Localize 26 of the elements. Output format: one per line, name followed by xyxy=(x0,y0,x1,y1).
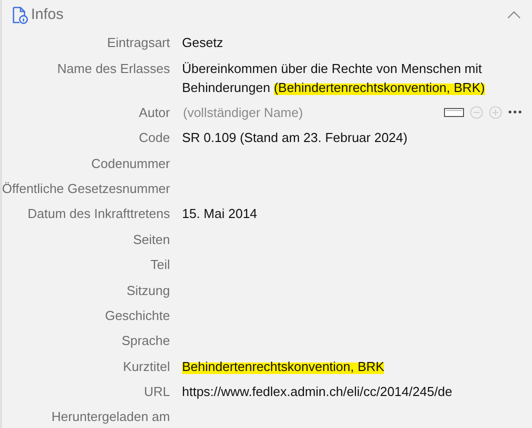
field-label: Heruntergeladen am xyxy=(50,408,171,426)
more-icon[interactable] xyxy=(508,110,522,114)
field-value[interactable]: Übereinkommen über die Rechte von Menschen mit Behinderungen (Behindertenrechtskonvention, BRK) xyxy=(182,58,532,97)
field-label: Öffentliche Gesetzesnummer xyxy=(2,180,172,198)
field-label: Name des Erlasses xyxy=(56,60,171,78)
field-label: Eintragsart xyxy=(106,34,171,52)
field-label: Datum des Inkrafttretens xyxy=(26,205,171,224)
chevron-up-icon[interactable] xyxy=(507,11,521,19)
field-label: Autor xyxy=(138,104,171,122)
name-format-icon[interactable] xyxy=(444,108,464,117)
field-label: Teil xyxy=(149,256,171,274)
field-label: Sitzung xyxy=(126,282,171,300)
field-value[interactable]: SR 0.109 (Stand am 23. Februar 2024) xyxy=(182,128,532,148)
section-title: Infos xyxy=(31,4,64,25)
field-value[interactable]: Gesetz xyxy=(182,33,532,52)
document-info-icon xyxy=(12,6,28,24)
field-label: Seiten xyxy=(132,230,171,249)
field-label: Codenummer xyxy=(90,154,171,173)
field-value[interactable]: https://www.fedlex.admin.ch/eli/cc/2014/245/de xyxy=(182,382,532,402)
field-value[interactable]: 15. Mai 2014 xyxy=(182,204,532,224)
field-label: Kurztitel xyxy=(122,358,171,376)
field-label: Geschichte xyxy=(104,306,171,325)
field-label: URL xyxy=(142,383,171,402)
field-label: Code xyxy=(138,129,171,148)
field-value[interactable]: Behindertenrechtskonvention, BRK xyxy=(182,356,532,376)
field-label: Sprache xyxy=(120,332,171,350)
